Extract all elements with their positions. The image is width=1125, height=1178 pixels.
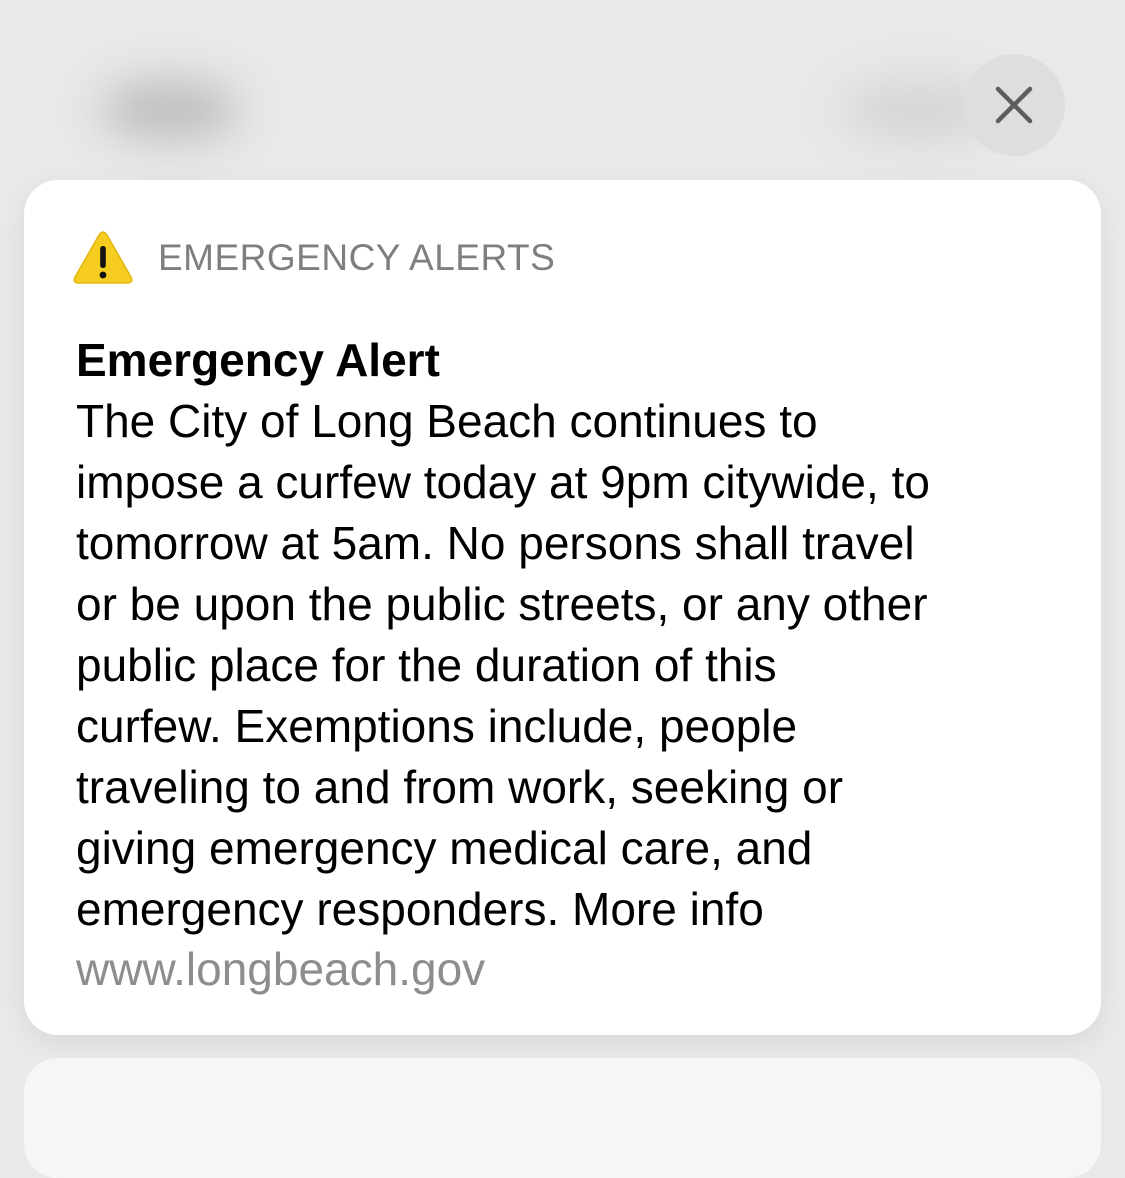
notification-header: EMERGENCY ALERTS xyxy=(72,228,555,288)
next-notification-card[interactable] xyxy=(24,1058,1101,1178)
close-icon xyxy=(995,86,1033,124)
more-info-link[interactable]: www.longbeach.gov xyxy=(76,939,485,1000)
emergency-alert-notification[interactable]: EMERGENCY ALERTS Emergency Alert The Cit… xyxy=(24,180,1101,1035)
close-button[interactable] xyxy=(963,54,1065,156)
warning-triangle-icon xyxy=(73,231,133,284)
alert-title: Emergency Alert xyxy=(76,334,440,386)
app-name: EMERGENCY ALERTS xyxy=(158,237,556,278)
background-blur-left xyxy=(100,80,240,140)
alert-body: The City of Long Beach continues to impo… xyxy=(76,395,930,935)
